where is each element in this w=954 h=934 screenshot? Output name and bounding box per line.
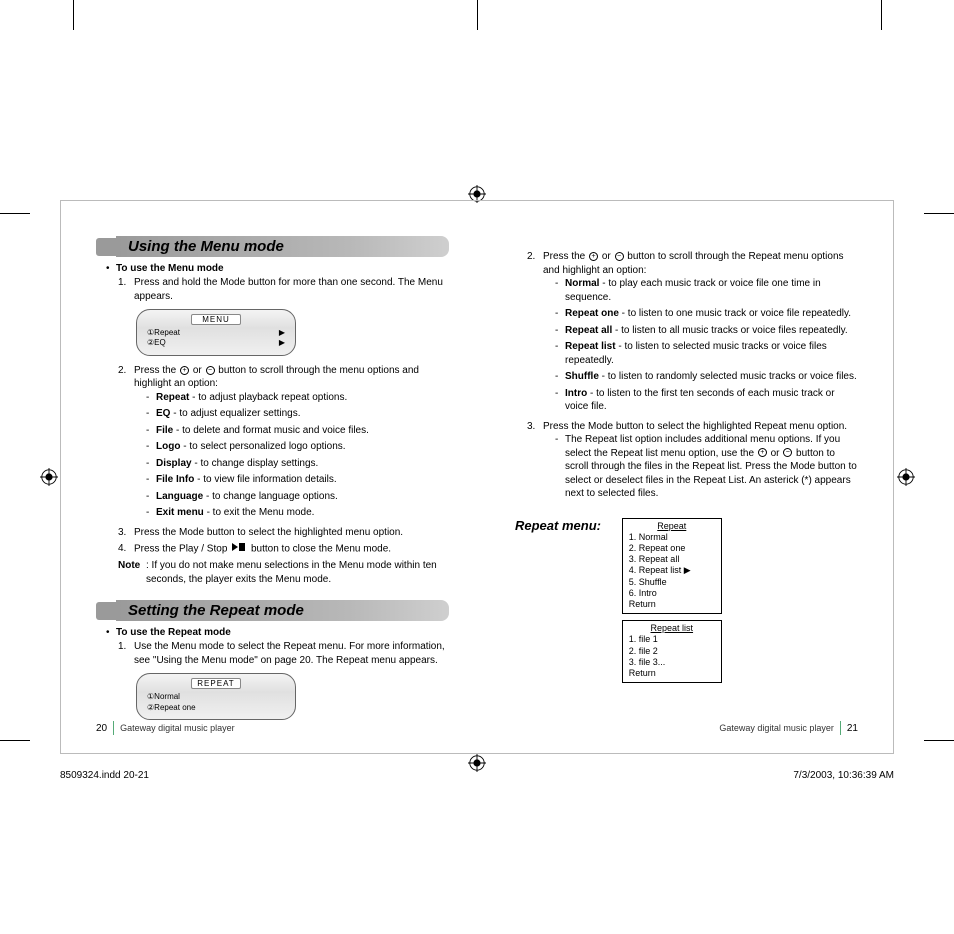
step-text: Press the Mode button to select the high… (134, 526, 449, 540)
step-text: Press the Mode button to select the high… (543, 420, 858, 504)
option-desc: - to exit the Menu mode. (204, 507, 315, 518)
option-desc: - to listen to randomly selected music t… (599, 371, 857, 382)
menu-line: 1. Normal (629, 532, 715, 543)
minus-button-icon: − (206, 366, 215, 375)
option-name: EQ (156, 408, 170, 419)
option-desc: - to select personalized logo options. (180, 441, 345, 452)
option-name: Logo (156, 441, 180, 452)
section-heading-repeat-mode: Setting the Repeat mode (96, 600, 449, 621)
option-name: Repeat list (565, 341, 616, 352)
option-desc: - to listen to all music tracks or voice… (612, 325, 847, 336)
menu-line: 4. Repeat list ▶ (629, 565, 715, 576)
play-stop-icon (232, 542, 246, 556)
option-name: Intro (565, 388, 587, 399)
menu-line: 5. Shuffle (629, 577, 715, 588)
imprint-file: 8509324.indd 20-21 (60, 770, 149, 781)
option-name: File Info (156, 474, 194, 485)
menu-line: 1. file 1 (629, 634, 715, 645)
step-text: Press the + or − button to scroll throug… (134, 364, 449, 523)
menu-line: 3. Repeat all (629, 554, 715, 565)
page-footer-left: 20 Gateway digital music player (96, 721, 235, 735)
menu-line: 2. file 2 (629, 646, 715, 657)
page-right: 2. Press the + or − button to scroll thr… (477, 201, 893, 753)
page-number: 20 (96, 723, 107, 734)
option-desc: - to adjust equalizer settings. (170, 408, 300, 419)
plus-button-icon: + (589, 252, 598, 261)
minus-button-icon: − (615, 252, 624, 261)
minus-button-icon: − (783, 448, 792, 457)
lead-bullet: • To use the Menu mode (106, 263, 449, 274)
registration-mark-icon (40, 468, 58, 486)
option-name: Exit menu (156, 507, 204, 518)
registration-mark-icon (897, 468, 915, 486)
option-name: Language (156, 491, 203, 502)
step-text: Use the Menu mode to select the Repeat m… (134, 640, 449, 667)
menu-line: Return (629, 599, 715, 610)
option-desc: - to play each music track or voice file… (565, 278, 821, 303)
lcd-repeat: REPEAT ①Normal ②Repeat one (136, 673, 296, 720)
option-name: Repeat one (565, 308, 619, 319)
repeat-menu-heading: Repeat menu: (515, 518, 615, 533)
option-desc: - to delete and format music and voice f… (173, 425, 369, 436)
section-title: Using the Menu mode (116, 236, 449, 257)
product-name: Gateway digital music player (120, 723, 235, 733)
option-desc: - to listen to the first ten seconds of … (565, 388, 835, 413)
option-name: Normal (565, 278, 599, 289)
option-desc: - to change display settings. (192, 458, 319, 469)
step-text: Press the + or − button to scroll throug… (543, 250, 858, 417)
lcd-menu: MENU ①Repeat▶ ②EQ▶ (136, 309, 296, 356)
step-text: Press and hold the Mode button for more … (134, 276, 449, 303)
product-name: Gateway digital music player (719, 723, 834, 733)
plus-button-icon: + (180, 366, 189, 375)
note: Note : If you do not make menu selection… (118, 559, 449, 586)
option-desc: - to listen to one music track or voice … (619, 308, 851, 319)
repeat-list-box: Repeat list 1. file 12. file 23. file 3.… (622, 620, 722, 683)
option-name: Repeat (156, 392, 189, 403)
imprint-line: 8509324.indd 20-21 7/3/2003, 10:36:39 AM (60, 770, 894, 781)
page-spread: Using the Menu mode • To use the Menu mo… (60, 200, 894, 754)
imprint-timestamp: 7/3/2003, 10:36:39 AM (793, 770, 894, 781)
option-name: Shuffle (565, 371, 599, 382)
step-text: Press the Play / Stop button to close th… (134, 542, 449, 556)
repeat-menu-box: Repeat 1. Normal2. Repeat one3. Repeat a… (622, 518, 722, 615)
page-number: 21 (847, 723, 858, 734)
page-footer-right: Gateway digital music player 21 (719, 721, 858, 735)
menu-line: Return (629, 668, 715, 679)
section-title: Setting the Repeat mode (116, 600, 449, 621)
page-left: Using the Menu mode • To use the Menu mo… (61, 201, 477, 753)
option-name: Repeat all (565, 325, 612, 336)
option-name: Display (156, 458, 192, 469)
option-name: File (156, 425, 173, 436)
option-desc: - to adjust playback repeat options. (189, 392, 347, 403)
option-desc: - to change language options. (203, 491, 338, 502)
option-desc: - to view file information details. (194, 474, 336, 485)
plus-button-icon: + (758, 448, 767, 457)
menu-line: 6. Intro (629, 588, 715, 599)
menu-line: 2. Repeat one (629, 543, 715, 554)
lead-bullet: • To use the Repeat mode (106, 627, 449, 638)
section-heading-menu-mode: Using the Menu mode (96, 236, 449, 257)
menu-line: 3. file 3... (629, 657, 715, 668)
